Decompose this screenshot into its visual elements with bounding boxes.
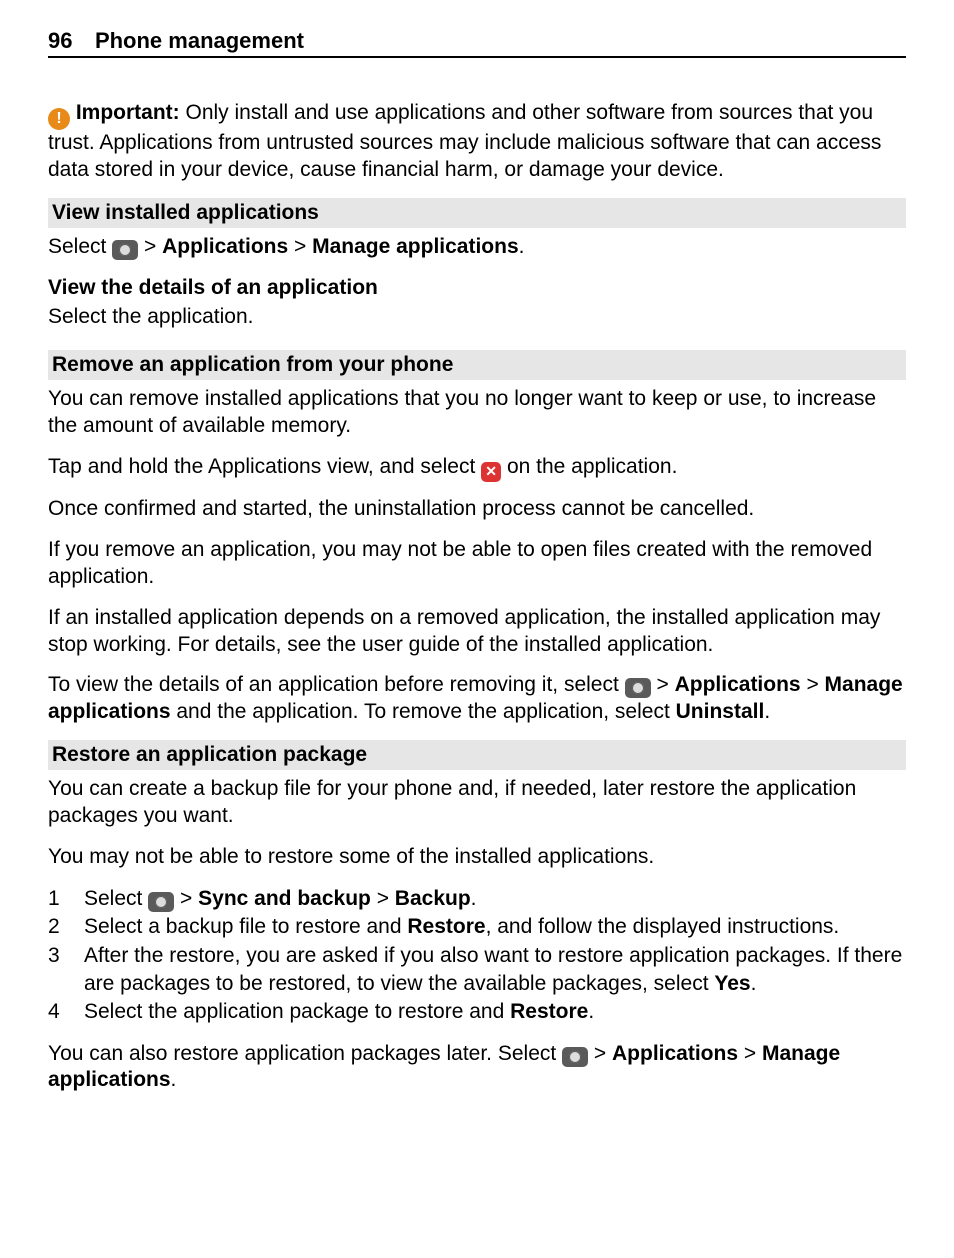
page-title: Phone management [95,28,304,53]
text: > [138,235,162,258]
applications-label: Applications [612,1042,738,1065]
text: You can also restore application package… [48,1042,562,1065]
close-icon: ✕ [481,462,501,482]
step-3: 3 After the restore, you are asked if yo… [48,942,906,999]
text: After the restore, you are asked if you … [84,944,902,995]
step-number: 1 [48,885,84,913]
section-restore-app: Restore an application package [48,740,906,770]
restore-p3: You can also restore application package… [48,1041,906,1095]
step-number: 2 [48,913,84,941]
text: on the application. [501,455,677,478]
step-text: Select > Sync and backup > Backup. [84,885,906,913]
view-installed-instruction: Select > Applications > Manage applicati… [48,234,906,261]
remove-p1: You can remove installed applications th… [48,386,906,440]
text: > [738,1042,762,1065]
text: Select the application package to restor… [84,1000,510,1023]
text: > [588,1042,612,1065]
section-view-installed: View installed applications [48,198,906,228]
text: Select [84,887,148,910]
backup-label: Backup [395,887,471,910]
restore-label: Restore [510,1000,588,1023]
text: . [764,700,770,723]
restore-steps: 1 Select > Sync and backup > Backup. 2 S… [48,885,906,1027]
text: > [174,887,198,910]
settings-icon [112,240,138,260]
restore-p2: You may not be able to restore some of t… [48,844,906,871]
remove-p5: If an installed application depends on a… [48,605,906,659]
yes-label: Yes [714,972,750,995]
step-number: 3 [48,942,84,999]
text: > [288,235,312,258]
remove-p6: To view the details of an application be… [48,672,906,726]
step-text: After the restore, you are asked if you … [84,942,906,999]
text: . [471,887,477,910]
text: > [371,887,395,910]
page-header: 96 Phone management [48,28,906,58]
settings-icon [625,678,651,698]
applications-label: Applications [675,673,801,696]
step-number: 4 [48,998,84,1026]
important-note: ! Important: Only install and use applic… [48,100,906,184]
applications-label: Applications [162,235,288,258]
settings-icon [148,892,174,912]
restore-label: Restore [407,915,485,938]
page-number: 96 [48,28,72,54]
restore-p1: You can create a backup file for your ph… [48,776,906,830]
text: , and follow the displayed instructions. [486,915,840,938]
important-icon: ! [48,108,70,130]
text: . [751,972,757,995]
uninstall-label: Uninstall [676,700,765,723]
remove-p4: If you remove an application, you may no… [48,537,906,591]
text: To view the details of an application be… [48,673,625,696]
step-4: 4 Select the application package to rest… [48,998,906,1026]
manage-applications-label: Manage applications [312,235,519,258]
text: Select a backup file to restore and [84,915,407,938]
sync-backup-label: Sync and backup [198,887,371,910]
step-text: Select the application package to restor… [84,998,906,1026]
step-1: 1 Select > Sync and backup > Backup. [48,885,906,913]
text: . [519,235,525,258]
view-details-text: Select the application. [48,304,906,331]
remove-p2: Tap and hold the Applications view, and … [48,454,906,482]
remove-p3: Once confirmed and started, the uninstal… [48,496,906,523]
text: . [588,1000,594,1023]
important-label: Important: [76,101,180,124]
step-2: 2 Select a backup file to restore and Re… [48,913,906,941]
step-text: Select a backup file to restore and Rest… [84,913,906,941]
page: 96 Phone management ! Important: Only in… [0,0,954,1168]
text: . [171,1068,177,1091]
text: and the application. To remove the appli… [171,700,676,723]
text: Select [48,235,112,258]
view-details-heading: View the details of an application [48,275,906,302]
section-remove-app: Remove an application from your phone [48,350,906,380]
text: > [651,673,675,696]
text: > [801,673,825,696]
settings-icon [562,1047,588,1067]
text: Tap and hold the Applications view, and … [48,455,481,478]
